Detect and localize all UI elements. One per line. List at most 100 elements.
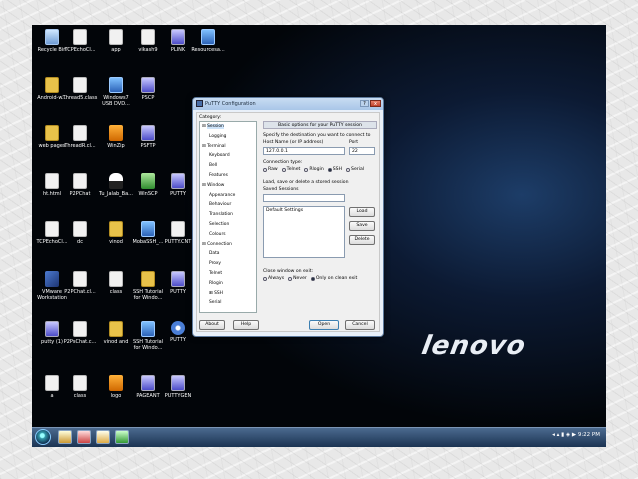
tree-item-label: Colours bbox=[209, 231, 226, 237]
putty-file-icon bbox=[171, 173, 185, 189]
delete-button[interactable]: Delete bbox=[349, 235, 375, 245]
desktop-icon[interactable]: P2PChat bbox=[62, 173, 98, 197]
desktop-icon[interactable]: vinod bbox=[98, 221, 134, 245]
desktop-icon[interactable]: PUTTY.CNT bbox=[160, 221, 196, 245]
tree-item-ssh[interactable]: ⊞ SSH bbox=[209, 291, 223, 296]
destination-label: Specify the destination you want to conn… bbox=[263, 133, 371, 138]
desktop-icon[interactable]: Windows7 USB DVD... bbox=[98, 77, 134, 107]
about-button[interactable]: About bbox=[199, 320, 225, 330]
tree-item-connection[interactable]: ⊟ Connection bbox=[202, 242, 232, 247]
desktop-icon[interactable]: dc bbox=[62, 221, 98, 245]
doc-file-icon bbox=[73, 321, 87, 337]
tree-item-appearance[interactable]: Appearance bbox=[209, 193, 235, 198]
desktop-icon[interactable]: P2PsChat.c... bbox=[62, 321, 98, 345]
desktop-icon-label: app bbox=[111, 47, 121, 53]
cancel-button[interactable]: Cancel bbox=[345, 320, 375, 330]
tray-icons[interactable]: ◂ ▴ ▮ ◈ ▶ bbox=[552, 432, 578, 438]
start-button[interactable] bbox=[35, 429, 51, 445]
taskbar-browser-icon[interactable] bbox=[77, 430, 91, 444]
tree-item-translation[interactable]: Translation bbox=[209, 212, 233, 217]
desktop-icon[interactable]: PUTTY bbox=[160, 271, 196, 295]
category-tree[interactable]: ⊟ Session Logging ⊟ Terminal Keyboard Bell Fe… bbox=[199, 121, 257, 313]
taskbar-folder-icon[interactable] bbox=[96, 430, 110, 444]
doc-file-icon bbox=[141, 29, 155, 45]
desktop-icon[interactable]: app bbox=[98, 29, 134, 53]
desktop-icon[interactable]: PUTTYGEN bbox=[160, 375, 196, 399]
tree-item-behaviour[interactable]: Behaviour bbox=[209, 202, 231, 207]
clock[interactable]: 9:22 PM bbox=[578, 432, 600, 438]
desktop-icon[interactable]: TCPEchoCl... bbox=[62, 29, 98, 53]
tree-item-keyboard[interactable]: Keyboard bbox=[209, 153, 230, 158]
help-title-button[interactable]: ? bbox=[360, 100, 369, 107]
tree-item-label: Rlogin bbox=[209, 280, 223, 286]
tree-item-bell[interactable]: Bell bbox=[209, 163, 217, 168]
radio-raw[interactable]: Raw bbox=[263, 167, 278, 172]
desktop-icon[interactable]: PUTTY bbox=[160, 173, 196, 197]
tree-item-proxy[interactable]: Proxy bbox=[209, 261, 221, 266]
tree-item-data[interactable]: Data bbox=[209, 251, 219, 256]
open-button[interactable]: Open bbox=[309, 320, 339, 330]
tree-item-serial[interactable]: Serial bbox=[209, 300, 221, 305]
close-exit-group: Always Never Only on clean exit bbox=[263, 276, 357, 281]
doc-file-icon bbox=[73, 77, 87, 93]
desktop-icon[interactable]: vinod and bbox=[98, 321, 134, 345]
desktop-icon[interactable]: P2PChat.cl... bbox=[62, 271, 98, 295]
port-input[interactable]: 22 bbox=[349, 147, 375, 155]
desktop-icon[interactable]: WinZip bbox=[98, 125, 134, 149]
tree-item-features[interactable]: Features bbox=[209, 173, 228, 178]
session-item-default[interactable]: Default Settings bbox=[266, 207, 344, 214]
tree-item-session[interactable]: ⊟ Session bbox=[202, 124, 224, 129]
help-button[interactable]: Help bbox=[233, 320, 259, 330]
desktop-icon[interactable]: ThreadR.cl... bbox=[62, 125, 98, 149]
radio-ssh[interactable]: SSH bbox=[327, 167, 342, 172]
doc-file-icon bbox=[73, 173, 87, 189]
tree-item-label: Telnet bbox=[209, 271, 223, 276]
desktop-icon-label: logo bbox=[110, 393, 122, 399]
doc-file-icon bbox=[171, 221, 185, 237]
tree-item-logging[interactable]: Logging bbox=[209, 134, 226, 139]
desktop-icon[interactable]: class bbox=[62, 375, 98, 399]
putty-window: PuTTY Configuration ? x Category: ⊟ Sess… bbox=[192, 97, 384, 337]
tree-item-selection[interactable]: Selection bbox=[209, 222, 229, 227]
desktop-icon[interactable]: PSCP bbox=[130, 77, 166, 101]
orange-file-icon bbox=[109, 125, 123, 141]
putty-titlebar[interactable]: PuTTY Configuration ? x bbox=[193, 98, 383, 110]
radio-serial[interactable]: Serial bbox=[346, 167, 364, 172]
radio-always[interactable]: Always bbox=[263, 276, 284, 281]
tree-item-colours[interactable]: Colours bbox=[209, 232, 226, 237]
desktop-icon[interactable]: logo bbox=[98, 375, 134, 399]
save-button[interactable]: Save bbox=[349, 221, 375, 231]
category-label: Category: bbox=[199, 115, 222, 120]
tree-item-rlogin[interactable]: Rlogin bbox=[209, 281, 223, 286]
tree-item-window[interactable]: ⊟ Window bbox=[202, 183, 224, 188]
sessions-list[interactable]: Default Settings bbox=[263, 206, 345, 258]
load-button[interactable]: Load bbox=[349, 207, 375, 217]
radio-clean-exit[interactable]: Only on clean exit bbox=[310, 276, 357, 281]
desktop-icon[interactable]: PUTTY bbox=[160, 321, 196, 343]
desktop-icon[interactable]: Tu_Jalab_Ba... bbox=[98, 173, 134, 197]
radio-rlogin[interactable]: Rlogin bbox=[304, 167, 324, 172]
port-label: Port bbox=[349, 140, 359, 145]
desktop-icon[interactable]: class bbox=[98, 271, 134, 295]
exe-file-icon bbox=[109, 77, 123, 93]
desktop-icon[interactable]: PSFTP bbox=[130, 125, 166, 149]
saved-sessions-label: Saved Sessions bbox=[263, 187, 299, 192]
saved-sessions-input[interactable] bbox=[263, 194, 345, 202]
desktop-icon-label: P2PChat.cl... bbox=[64, 289, 96, 295]
doc-file-icon bbox=[73, 125, 87, 141]
taskbar-putty-icon[interactable] bbox=[115, 430, 129, 444]
exe-file-icon bbox=[141, 321, 155, 337]
desktop-icon-label: Thread5.class bbox=[62, 95, 98, 101]
tree-item-telnet[interactable]: Telnet bbox=[209, 271, 222, 276]
putty-body: Category: ⊟ Session Logging ⊟ Terminal Keyb… bbox=[196, 112, 380, 332]
desktop-icon[interactable]: Resourcesa... bbox=[190, 29, 226, 53]
radio-telnet[interactable]: Telnet bbox=[281, 167, 300, 172]
desktop-icon[interactable]: Thread5.class bbox=[62, 77, 98, 101]
tree-item-label: Window bbox=[207, 182, 225, 188]
exe-file-icon bbox=[201, 29, 215, 45]
host-input[interactable]: 127.0.0.1 bbox=[263, 147, 345, 155]
radio-never[interactable]: Never bbox=[288, 276, 307, 281]
taskbar-explorer-icon[interactable] bbox=[58, 430, 72, 444]
close-button[interactable]: x bbox=[370, 100, 381, 107]
tree-item-terminal[interactable]: ⊟ Terminal bbox=[202, 144, 226, 149]
